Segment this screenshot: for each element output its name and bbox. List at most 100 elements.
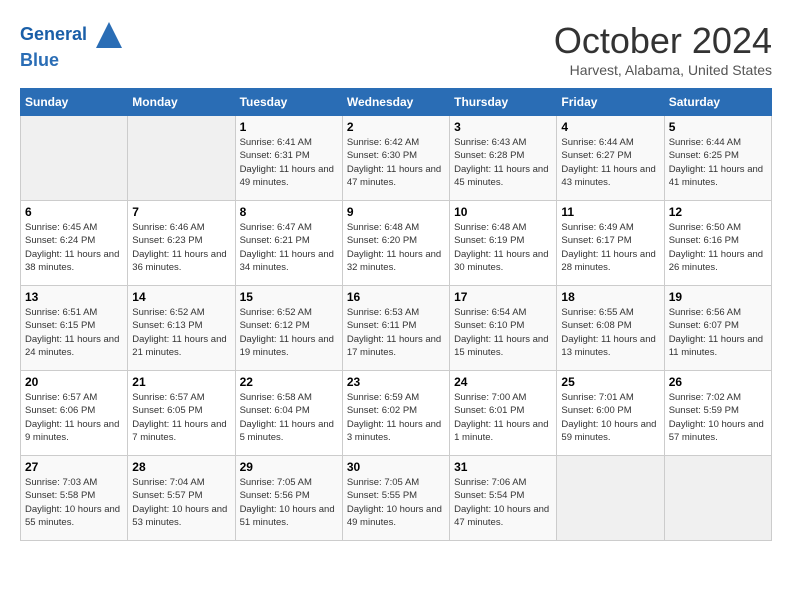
day-info: Sunrise: 6:44 AMSunset: 6:25 PMDaylight:… [669,136,767,189]
calendar-cell: 2 Sunrise: 6:42 AMSunset: 6:30 PMDaylight… [342,116,449,201]
day-info: Sunrise: 6:48 AMSunset: 6:19 PMDaylight:… [454,221,552,274]
calendar-cell: 9Sunrise: 6:48 AMSunset: 6:20 PMDaylight… [342,201,449,286]
calendar-cell: 25Sunrise: 7:01 AMSunset: 6:00 PMDayligh… [557,371,664,456]
calendar-table: SundayMondayTuesdayWednesdayThursdayFrid… [20,88,772,541]
calendar-cell: 1 Sunrise: 6:41 AMSunset: 6:31 PMDaylight… [235,116,342,201]
day-info: Sunrise: 6:52 AMSunset: 6:12 PMDaylight:… [240,306,338,359]
calendar-cell: 24Sunrise: 7:00 AMSunset: 6:01 PMDayligh… [450,371,557,456]
day-number: 24 [454,375,552,389]
day-number: 20 [25,375,123,389]
calendar-cell: 21 Sunrise: 6:57 AMSunset: 6:05 PMDayligh… [128,371,235,456]
day-number: 27 [25,460,123,474]
day-number: 16 [347,290,445,304]
day-number: 18 [561,290,659,304]
day-info: Sunrise: 6:41 AMSunset: 6:31 PMDaylight:… [240,136,338,189]
col-header-saturday: Saturday [664,89,771,116]
day-info: Sunrise: 6:53 AMSunset: 6:11 PMDaylight:… [347,306,445,359]
logo-icon [94,20,124,50]
day-info: Sunrise: 6:44 AMSunset: 6:27 PMDaylight:… [561,136,659,189]
calendar-cell: 23Sunrise: 6:59 AMSunset: 6:02 PMDayligh… [342,371,449,456]
day-info: Sunrise: 6:58 AMSunset: 6:04 PMDaylight:… [240,391,338,444]
calendar-cell [664,456,771,541]
week-row-4: 20 Sunrise: 6:57 AMSunset: 6:06 PMDayligh… [21,371,772,456]
day-info: Sunrise: 6:56 AMSunset: 6:07 PMDaylight:… [669,306,767,359]
day-info: Sunrise: 7:06 AMSunset: 5:54 PMDaylight:… [454,476,552,529]
calendar-cell: 11Sunrise: 6:49 AMSunset: 6:17 PMDayligh… [557,201,664,286]
week-row-2: 6 Sunrise: 6:45 AMSunset: 6:24 PMDaylight… [21,201,772,286]
calendar-cell: 16 Sunrise: 6:53 AMSunset: 6:11 PMDayligh… [342,286,449,371]
calendar-cell: 30Sunrise: 7:05 AMSunset: 5:55 PMDayligh… [342,456,449,541]
week-row-3: 13Sunrise: 6:51 AMSunset: 6:15 PMDayligh… [21,286,772,371]
day-number: 17 [454,290,552,304]
day-info: Sunrise: 6:57 AMSunset: 6:05 PMDaylight:… [132,391,230,444]
calendar-cell: 29Sunrise: 7:05 AMSunset: 5:56 PMDayligh… [235,456,342,541]
calendar-cell: 5Sunrise: 6:44 AMSunset: 6:25 PMDaylight… [664,116,771,201]
calendar-cell: 15 Sunrise: 6:52 AMSunset: 6:12 PMDayligh… [235,286,342,371]
day-number: 21 [132,375,230,389]
calendar-cell: 6 Sunrise: 6:45 AMSunset: 6:24 PMDaylight… [21,201,128,286]
day-number: 10 [454,205,552,219]
day-number: 26 [669,375,767,389]
day-info: Sunrise: 6:52 AMSunset: 6:13 PMDaylight:… [132,306,230,359]
day-info: Sunrise: 6:43 AMSunset: 6:28 PMDaylight:… [454,136,552,189]
col-header-monday: Monday [128,89,235,116]
day-info: Sunrise: 7:05 AMSunset: 5:56 PMDaylight:… [240,476,338,529]
day-number: 4 [561,120,659,134]
location-subtitle: Harvest, Alabama, United States [554,62,772,78]
day-info: Sunrise: 6:59 AMSunset: 6:02 PMDaylight:… [347,391,445,444]
header-row: SundayMondayTuesdayWednesdayThursdayFrid… [21,89,772,116]
day-info: Sunrise: 6:45 AMSunset: 6:24 PMDaylight:… [25,221,123,274]
day-info: Sunrise: 6:46 AMSunset: 6:23 PMDaylight:… [132,221,230,274]
day-info: Sunrise: 7:03 AMSunset: 5:58 PMDaylight:… [25,476,123,529]
col-header-tuesday: Tuesday [235,89,342,116]
calendar-cell: 14 Sunrise: 6:52 AMSunset: 6:13 PMDayligh… [128,286,235,371]
day-number: 9 [347,205,445,219]
calendar-cell: 8Sunrise: 6:47 AMSunset: 6:21 PMDaylight… [235,201,342,286]
day-number: 13 [25,290,123,304]
calendar-cell: 10 Sunrise: 6:48 AMSunset: 6:19 PMDayligh… [450,201,557,286]
day-info: Sunrise: 6:47 AMSunset: 6:21 PMDaylight:… [240,221,338,274]
day-info: Sunrise: 6:49 AMSunset: 6:17 PMDaylight:… [561,221,659,274]
col-header-friday: Friday [557,89,664,116]
calendar-cell [21,116,128,201]
day-number: 15 [240,290,338,304]
calendar-cell: 17 Sunrise: 6:54 AMSunset: 6:10 PMDayligh… [450,286,557,371]
day-number: 7 [132,205,230,219]
day-info: Sunrise: 7:01 AMSunset: 6:00 PMDaylight:… [561,391,659,444]
calendar-cell: 28 Sunrise: 7:04 AMSunset: 5:57 PMDayligh… [128,456,235,541]
month-title: October 2024 [554,20,772,62]
col-header-thursday: Thursday [450,89,557,116]
page-header: General Blue October 2024 Harvest, Alaba… [20,20,772,78]
title-block: October 2024 Harvest, Alabama, United St… [554,20,772,78]
calendar-cell: 27 Sunrise: 7:03 AMSunset: 5:58 PMDayligh… [21,456,128,541]
day-info: Sunrise: 6:55 AMSunset: 6:08 PMDaylight:… [561,306,659,359]
logo-general: General [20,24,87,44]
day-number: 2 [347,120,445,134]
week-row-5: 27 Sunrise: 7:03 AMSunset: 5:58 PMDayligh… [21,456,772,541]
day-number: 28 [132,460,230,474]
calendar-cell: 19Sunrise: 6:56 AMSunset: 6:07 PMDayligh… [664,286,771,371]
day-info: Sunrise: 7:04 AMSunset: 5:57 PMDaylight:… [132,476,230,529]
day-number: 3 [454,120,552,134]
calendar-cell [557,456,664,541]
day-number: 6 [25,205,123,219]
logo: General Blue [20,20,124,72]
calendar-cell: 7 Sunrise: 6:46 AMSunset: 6:23 PMDaylight… [128,201,235,286]
day-info: Sunrise: 6:54 AMSunset: 6:10 PMDaylight:… [454,306,552,359]
day-info: Sunrise: 7:02 AMSunset: 5:59 PMDaylight:… [669,391,767,444]
calendar-cell: 13Sunrise: 6:51 AMSunset: 6:15 PMDayligh… [21,286,128,371]
day-info: Sunrise: 6:57 AMSunset: 6:06 PMDaylight:… [25,391,123,444]
col-header-sunday: Sunday [21,89,128,116]
calendar-cell: 26 Sunrise: 7:02 AMSunset: 5:59 PMDayligh… [664,371,771,456]
calendar-cell: 3 Sunrise: 6:43 AMSunset: 6:28 PMDaylight… [450,116,557,201]
calendar-cell: 12Sunrise: 6:50 AMSunset: 6:16 PMDayligh… [664,201,771,286]
calendar-cell: 4 Sunrise: 6:44 AMSunset: 6:27 PMDaylight… [557,116,664,201]
col-header-wednesday: Wednesday [342,89,449,116]
day-info: Sunrise: 6:42 AMSunset: 6:30 PMDaylight:… [347,136,445,189]
day-number: 1 [240,120,338,134]
week-row-1: 1 Sunrise: 6:41 AMSunset: 6:31 PMDaylight… [21,116,772,201]
day-number: 14 [132,290,230,304]
calendar-cell [128,116,235,201]
calendar-cell: 31Sunrise: 7:06 AMSunset: 5:54 PMDayligh… [450,456,557,541]
calendar-cell: 20 Sunrise: 6:57 AMSunset: 6:06 PMDayligh… [21,371,128,456]
